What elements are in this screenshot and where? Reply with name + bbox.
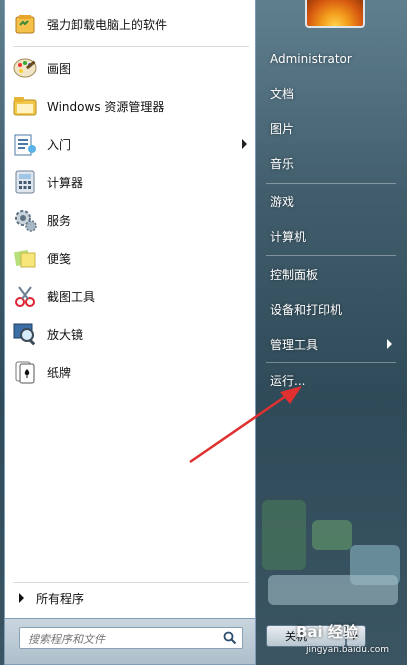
watermark-logo: Bai 经验 bbox=[296, 623, 358, 641]
annotation-arrow-icon bbox=[189, 386, 302, 464]
start-menu: 强力卸载电脑上的软件 画图 Windows 资源管理器 入门 计算器 服务 便笺… bbox=[0, 0, 407, 665]
watermark-url: jingyan.baidu.com bbox=[306, 645, 390, 655]
